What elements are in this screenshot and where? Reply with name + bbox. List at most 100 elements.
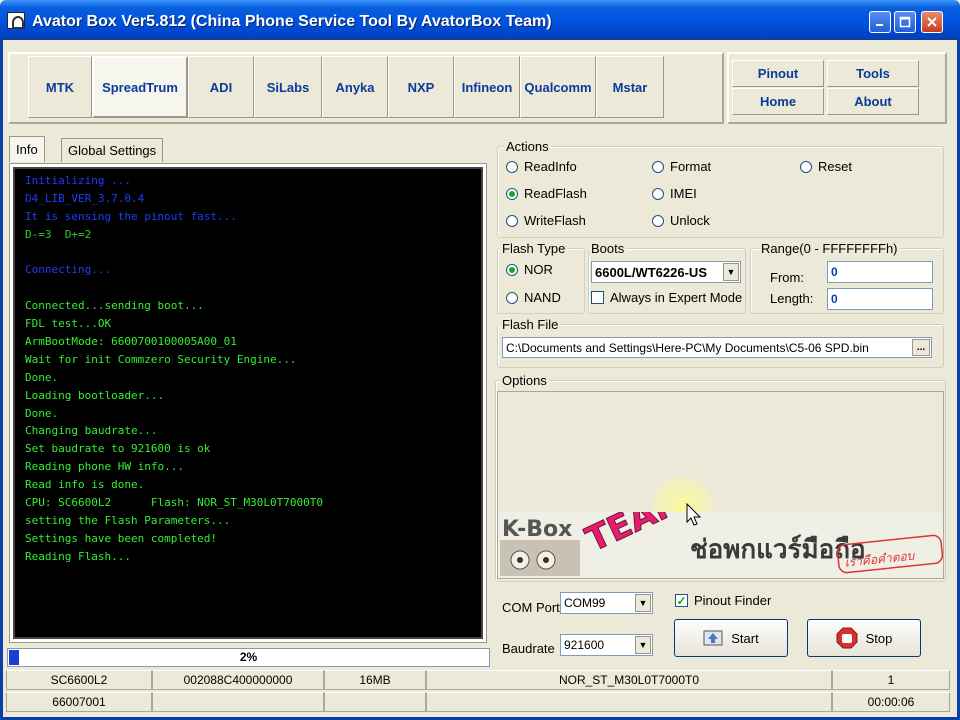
log-line: Settings have been completed! bbox=[25, 531, 218, 545]
checkmark-icon: ✓ bbox=[675, 593, 688, 608]
log-line: It is sensing the pinout fast... bbox=[25, 209, 237, 223]
length-input[interactable]: 0 bbox=[827, 288, 933, 310]
minimize-button[interactable] bbox=[869, 11, 891, 33]
status-empty-1 bbox=[152, 692, 324, 712]
radio-off-icon bbox=[506, 291, 518, 304]
radio-off-icon bbox=[652, 187, 664, 200]
flash-type-nand-radio[interactable]: NAND bbox=[506, 290, 561, 305]
chipset-tab-nxp[interactable]: NXP bbox=[388, 56, 454, 118]
radio-off-icon bbox=[506, 214, 518, 227]
status-timer: 00:00:06 bbox=[832, 692, 950, 712]
log-line: setting the Flash Parameters... bbox=[25, 513, 231, 527]
flash-type-nor-radio[interactable]: NOR bbox=[506, 262, 553, 277]
chevron-down-icon[interactable]: ▼ bbox=[635, 594, 651, 612]
radio-on-icon bbox=[506, 263, 518, 276]
status-size: 16MB bbox=[324, 670, 426, 690]
window-title: Avator Box Ver5.812 (China Phone Service… bbox=[32, 13, 552, 30]
radio-off-icon bbox=[652, 214, 664, 227]
boots-select[interactable]: 6600L/WT6226-US ▼ bbox=[591, 261, 741, 283]
log-line: Loading bootloader... bbox=[25, 388, 165, 402]
action-format-radio[interactable]: Format bbox=[652, 159, 711, 174]
status-empty-3 bbox=[426, 692, 832, 712]
chevron-down-icon[interactable]: ▼ bbox=[635, 636, 651, 654]
log-line: CPU: SC6600L2 Flash: NOR_ST_M30L0T7000T0 bbox=[25, 496, 324, 510]
pinout-finder-checkbox[interactable]: ✓ Pinout Finder bbox=[675, 593, 771, 608]
chipset-tab-qualcomm[interactable]: Qualcomm bbox=[520, 56, 596, 118]
browse-button[interactable]: ... bbox=[912, 339, 930, 356]
log-line: Connected...sending boot... bbox=[25, 299, 204, 313]
flash-file-path[interactable]: C:\Documents and Settings\Here-PC\My Doc… bbox=[502, 337, 932, 358]
start-icon bbox=[703, 629, 723, 647]
chipset-tab-infineon[interactable]: Infineon bbox=[454, 56, 520, 118]
range-label: Range(0 - FFFFFFFFh) bbox=[759, 241, 900, 256]
pinout-button[interactable]: Pinout bbox=[732, 60, 824, 87]
radio-off-icon bbox=[800, 160, 812, 173]
status-flash: NOR_ST_M30L0T7000T0 bbox=[426, 670, 832, 690]
status-empty-2 bbox=[324, 692, 426, 712]
status-version: 66007001 bbox=[6, 692, 152, 712]
com-port-label: COM Port bbox=[502, 600, 560, 615]
stop-button[interactable]: Stop bbox=[807, 619, 921, 657]
thai-banner-text: ช่อพกแวร์มือถือ bbox=[690, 534, 866, 565]
maximize-icon bbox=[899, 16, 911, 28]
action-readflash-radio[interactable]: ReadFlash bbox=[506, 186, 587, 201]
radio-on-icon bbox=[506, 187, 518, 200]
kbox-text: K-Box bbox=[502, 517, 572, 542]
log-output: Initializing ... D4_LIB_VER_3.7.0.4 It is … bbox=[13, 167, 483, 639]
chipset-tab-mtk[interactable]: MTK bbox=[28, 56, 92, 118]
minimize-icon bbox=[876, 24, 883, 26]
flash-file-label: Flash File bbox=[500, 317, 561, 332]
chipset-tab-anyka[interactable]: Anyka bbox=[322, 56, 388, 118]
tools-button[interactable]: Tools bbox=[827, 60, 919, 87]
stop-hand-icon bbox=[836, 627, 858, 649]
log-line: Initializing ... bbox=[25, 174, 131, 187]
maximize-button[interactable] bbox=[894, 11, 916, 33]
from-input[interactable]: 0 bbox=[827, 261, 933, 283]
log-line: D-=3 D+=2 bbox=[25, 227, 92, 241]
chipset-tab-spreadtrum[interactable]: SpreadTrum bbox=[92, 56, 188, 118]
app-icon bbox=[7, 12, 25, 29]
chevron-down-icon[interactable]: ▼ bbox=[723, 263, 739, 281]
baudrate-label: Baudrate bbox=[502, 641, 555, 656]
log-line: Done. bbox=[25, 406, 59, 420]
progress-bar: 2% bbox=[7, 648, 490, 667]
home-button[interactable]: Home bbox=[732, 88, 824, 115]
log-line: Changing baudrate... bbox=[25, 424, 158, 438]
action-readinfo-radio[interactable]: ReadInfo bbox=[506, 159, 577, 174]
action-reset-radio[interactable]: Reset bbox=[800, 159, 852, 174]
chipset-tab-adi[interactable]: ADI bbox=[188, 56, 254, 118]
about-button[interactable]: About bbox=[827, 88, 919, 115]
mouse-cursor-icon bbox=[686, 502, 702, 526]
log-line: Reading phone HW info... bbox=[25, 460, 184, 474]
chipset-tab-silabs[interactable]: SiLabs bbox=[254, 56, 322, 118]
boots-label: Boots bbox=[589, 241, 627, 256]
log-line: ArmBootMode: 6600700100005A00_01 bbox=[25, 335, 237, 349]
progress-label: 2% bbox=[239, 650, 258, 664]
status-id: 002088C400000000 bbox=[152, 670, 324, 690]
start-button[interactable]: Start bbox=[674, 619, 788, 657]
title-bar: Avator Box Ver5.812 (China Phone Service… bbox=[0, 0, 960, 40]
tab-global-settings[interactable]: Global Settings bbox=[61, 138, 164, 162]
action-unlock-radio[interactable]: Unlock bbox=[652, 213, 710, 228]
log-line: FDL test...OK bbox=[25, 317, 112, 331]
log-line: Read info is done. bbox=[25, 478, 145, 492]
close-icon bbox=[927, 17, 937, 27]
log-line: Set baudrate to 921600 is ok bbox=[25, 442, 211, 456]
flash-type-label: Flash Type bbox=[500, 241, 568, 256]
log-line: Wait for init Commzero Security Engine..… bbox=[25, 352, 297, 366]
checkbox-icon bbox=[591, 291, 604, 304]
actions-group-label: Actions bbox=[504, 139, 551, 154]
close-button[interactable] bbox=[921, 11, 943, 33]
from-label: From: bbox=[770, 270, 804, 285]
expert-mode-checkbox[interactable]: Always in Expert Mode bbox=[591, 290, 742, 305]
tab-info[interactable]: Info bbox=[9, 136, 45, 162]
log-console: Initializing ... D4_LIB_VER_3.7.0.4 It is … bbox=[9, 163, 487, 643]
com-port-select[interactable]: COM99 ▼ bbox=[560, 592, 653, 614]
log-line: Done. bbox=[25, 370, 59, 384]
action-writeflash-radio[interactable]: WriteFlash bbox=[506, 213, 586, 228]
log-line: Reading Flash... bbox=[25, 549, 131, 563]
baudrate-select[interactable]: 921600 ▼ bbox=[560, 634, 653, 656]
chipset-tab-mstar[interactable]: Mstar bbox=[596, 56, 664, 118]
action-imei-radio[interactable]: IMEI bbox=[652, 186, 697, 201]
